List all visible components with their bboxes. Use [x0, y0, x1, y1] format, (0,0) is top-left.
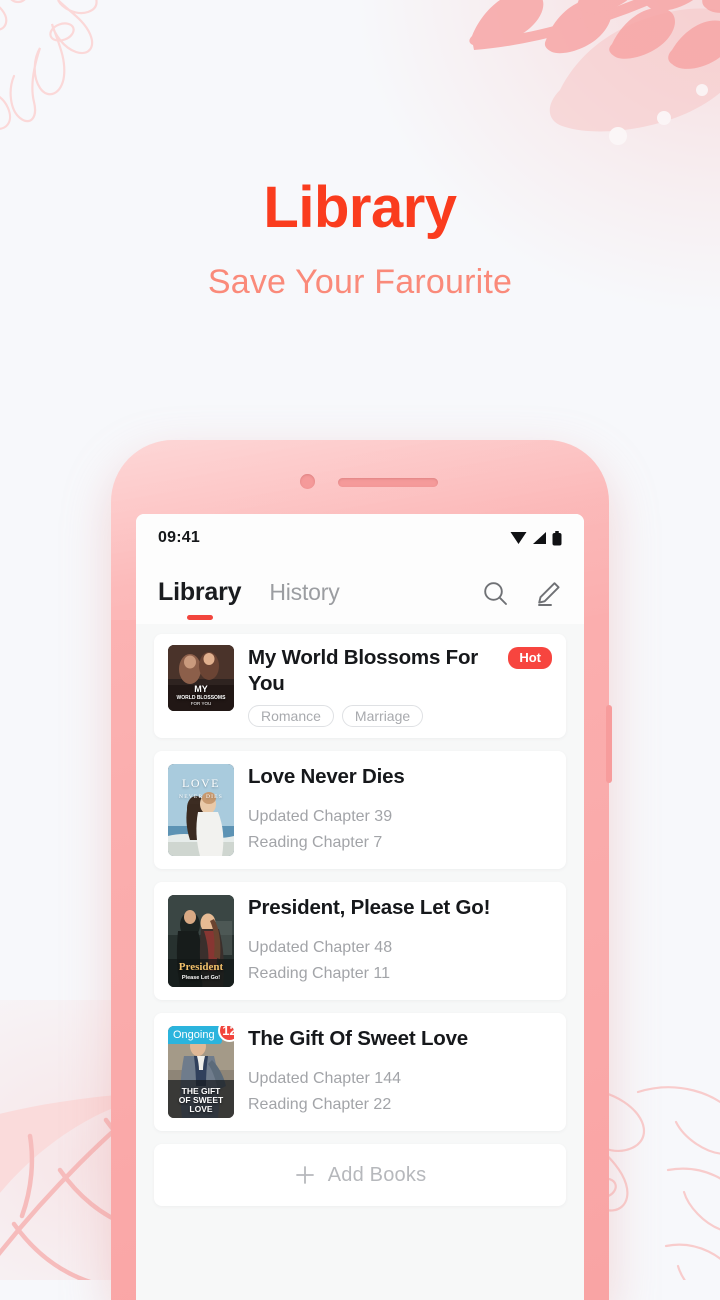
book-card-body: Love Never Dies Updated Chapter 39 Readi…	[248, 764, 552, 856]
search-icon	[484, 581, 507, 605]
reading-chapter: Reading Chapter 22	[248, 1096, 392, 1114]
book-chapters: Updated Chapter 39 Reading Chapter 7	[248, 804, 552, 856]
book-title-row: President, Please Let Go!	[248, 895, 552, 921]
book-title-row: Love Never Dies	[248, 764, 552, 790]
add-books-label: Add Books	[327, 1163, 427, 1186]
book-card-body: My World Blossoms For You Hot Romance Ma…	[248, 645, 552, 728]
book-tag: Romance	[248, 705, 334, 728]
status-bar-icons	[510, 530, 562, 546]
cover-caption: MY WORLD BLOSSOMS FOR YOU	[176, 684, 226, 707]
cover-caption: President Please Let Go!	[178, 961, 224, 982]
page-heading-block: Library Save Your Farourite	[0, 175, 720, 302]
book-title: President, Please Let Go!	[248, 896, 491, 920]
book-title: Love Never Dies	[248, 765, 405, 789]
book-tag: Marriage	[341, 705, 424, 728]
status-bar-clock: 09:41	[158, 529, 200, 546]
book-title-row: My World Blossoms For You Hot	[248, 645, 552, 696]
edit-button[interactable]	[535, 580, 562, 607]
book-card[interactable]: President Please Let Go! President, Plea…	[154, 882, 566, 1001]
updated-chapter: Updated Chapter 144	[248, 1070, 401, 1088]
reading-chapter: Reading Chapter 11	[248, 965, 391, 983]
cover-caption: THE GIFT OF SWEET LOVE	[178, 1085, 224, 1115]
page-title: Library	[263, 175, 457, 240]
tab-history-label: History	[269, 578, 340, 605]
book-cover-thumbnail: LOVE NEVER DIES	[168, 764, 234, 857]
monstera-outline-icon-top-left	[0, 0, 98, 130]
book-title-row: The Gift Of Sweet Love	[248, 1026, 552, 1052]
signal-icon	[533, 532, 546, 544]
reading-chapter: Reading Chapter 7	[248, 834, 383, 852]
tab-history[interactable]: History	[269, 579, 339, 608]
book-chapters: Updated Chapter 144 Reading Chapter 22	[248, 1066, 552, 1118]
tab-bar-actions	[482, 580, 562, 607]
earpiece-speaker	[338, 478, 438, 487]
cover-caption: LOVE NEVER DIES	[179, 776, 223, 801]
add-books-button[interactable]: Add Books	[154, 1144, 566, 1207]
phone-screen: 09:41 Library History MY WORLD BLOSSOMS …	[136, 514, 584, 1300]
phone-side-button[interactable]	[606, 705, 612, 783]
battery-icon	[552, 530, 562, 545]
book-cover-thumbnail: President Please Let Go!	[168, 895, 234, 988]
status-badge-hot: Hot	[508, 647, 552, 670]
tab-active-indicator	[186, 614, 213, 620]
book-card[interactable]: Ongoing THE GIFT OF SWEET LOVE 12 The Gi…	[154, 1013, 566, 1132]
front-camera-icon	[300, 474, 315, 489]
status-badge-ongoing: Ongoing	[168, 1026, 222, 1045]
book-card[interactable]: MY WORLD BLOSSOMS FOR YOU My World Bloss…	[154, 634, 566, 739]
book-list: MY WORLD BLOSSOMS FOR YOU My World Bloss…	[136, 624, 584, 1207]
tab-library-label: Library	[158, 577, 242, 606]
search-button[interactable]	[482, 580, 509, 607]
book-card-body: President, Please Let Go! Updated Chapte…	[248, 895, 552, 987]
updated-chapter: Updated Chapter 48	[248, 939, 393, 957]
status-bar: 09:41	[136, 514, 584, 562]
page-subtitle: Save Your Farourite	[207, 262, 513, 301]
book-cover-thumbnail: Ongoing THE GIFT OF SWEET LOVE 12	[168, 1026, 234, 1119]
book-chapters: Updated Chapter 48 Reading Chapter 11	[248, 935, 552, 987]
book-title: The Gift Of Sweet Love	[248, 1027, 468, 1051]
edit-icon	[538, 581, 560, 606]
book-cover-thumbnail: MY WORLD BLOSSOMS FOR YOU	[168, 645, 234, 711]
book-tags: Romance Marriage	[248, 705, 552, 728]
phone-mockup: 09:41 Library History MY WORLD BLOSSOMS …	[111, 440, 612, 1300]
wifi-icon	[510, 532, 527, 544]
app-tab-bar: Library History	[136, 562, 584, 624]
book-title: My World Blossoms For You	[248, 646, 479, 695]
book-card[interactable]: LOVE NEVER DIES Love Never Dies Updated …	[154, 751, 566, 870]
tab-library[interactable]: Library	[158, 577, 242, 620]
plus-icon	[295, 1166, 314, 1185]
updated-chapter: Updated Chapter 39	[248, 808, 393, 826]
book-card-body: The Gift Of Sweet Love Updated Chapter 1…	[248, 1026, 552, 1118]
